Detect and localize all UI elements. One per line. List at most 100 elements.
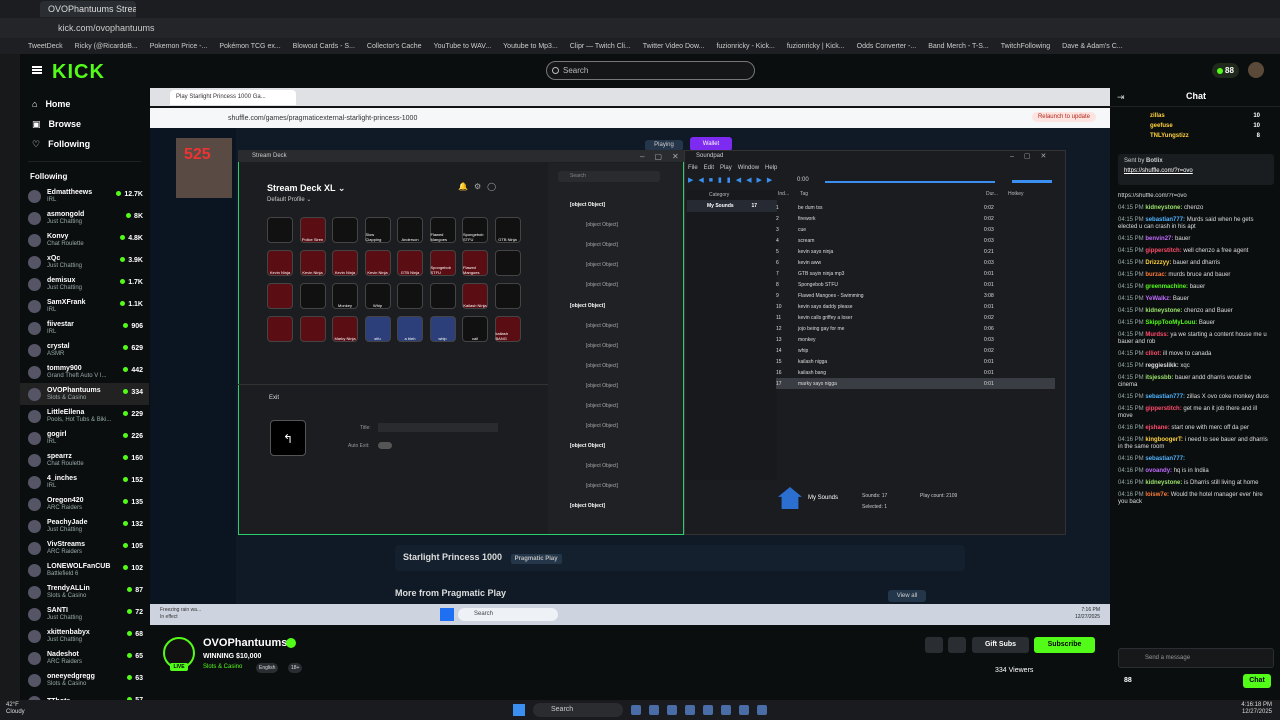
tag-language[interactable]: English (256, 663, 279, 673)
bookmark-item[interactable]: Twitter Video Dow... (643, 43, 705, 50)
sp-menu-item[interactable]: File (688, 165, 698, 171)
start-icon[interactable] (513, 704, 525, 716)
sd-key[interactable]: Flawed Mangoes (429, 217, 456, 243)
heart-icon[interactable] (948, 637, 966, 653)
following-item[interactable]: asmongold Just Chatting 8K (20, 207, 149, 229)
sp-col-index[interactable]: Ind... (778, 191, 800, 200)
sd-key[interactable] (332, 217, 358, 243)
sp-sound-row[interactable]: 17 marky says nigga 0:01 (776, 378, 1055, 389)
sd-key[interactable]: Anderson (397, 217, 423, 243)
subscribe-button[interactable]: Subscribe (1034, 637, 1095, 653)
sd-key[interactable]: whip (429, 316, 456, 342)
kick-search-input[interactable]: Search (546, 61, 755, 80)
taskbar-app-icon[interactable] (649, 705, 659, 715)
sp-seek-bar[interactable] (825, 181, 995, 183)
address-text[interactable]: kick.com/ovophantuums (58, 23, 155, 33)
chat-username[interactable]: burzac: (1145, 272, 1166, 278)
sd-key[interactable]: Monkey (332, 283, 358, 309)
following-item[interactable]: fiivestar IRL 906 (20, 317, 149, 339)
sp-sound-row[interactable]: 11 kevin calls griffey a loser 0:02 (776, 312, 1055, 323)
sd-key[interactable]: Kevin Ninja (267, 250, 293, 276)
bookmark-item[interactable]: Band Merch - T-S... (928, 43, 989, 50)
chat-send-button[interactable]: Chat (1243, 674, 1271, 688)
following-item[interactable]: LONEWOLFanCUB Battlefield 6 102 (20, 559, 149, 581)
game-title-bar[interactable]: Starlight Princess 1000 Pragmatic Play (395, 545, 965, 571)
chat-username[interactable]: greenmachine: (1145, 284, 1188, 290)
sd-action-item[interactable]: [object Object] (556, 215, 676, 235)
sd-action-item[interactable]: [object Object] (556, 235, 676, 255)
chat-username[interactable]: Murdss: (1145, 332, 1168, 338)
following-item[interactable]: spearrz Chat Roulette 160 (20, 449, 149, 471)
chat-username[interactable]: sebastian777: (1145, 394, 1185, 400)
sd-key[interactable] (429, 283, 456, 309)
sd-key[interactable] (299, 283, 326, 309)
sp-sound-row[interactable]: 4 scream 0:03 (776, 235, 1055, 246)
chat-username[interactable]: gipperstitch: (1145, 248, 1181, 254)
sd-key[interactable]: Kevin Ninja (332, 250, 358, 276)
tag-age[interactable]: 18+ (288, 663, 303, 673)
chat-username[interactable]: ovoandy: (1145, 468, 1172, 474)
sd-key[interactable]: Spongebob STFU (462, 217, 488, 243)
inner-tab[interactable]: Play Starlight Princess 1000 Ga... (170, 90, 296, 105)
gear-icon[interactable]: ⚙ (474, 182, 487, 191)
sp-transport-controls[interactable]: ▶◀■▮▮◀◀▶▶ (688, 176, 777, 184)
start-icon[interactable] (440, 608, 454, 621)
os-search[interactable]: Search (533, 703, 623, 717)
taskbar-app-icon[interactable] (757, 705, 767, 715)
sd-key[interactable]: Kailash Ninja (462, 283, 488, 309)
sp-sound-row[interactable]: 9 Flawed Mangoes - Swimming 3:08 (776, 290, 1055, 301)
sd-profile-selector[interactable]: Default Profile ⌄ (267, 196, 311, 203)
chat-username[interactable]: kidneystone: (1145, 480, 1182, 486)
browser-tab[interactable]: OVOPhantuums Strea... (40, 1, 136, 17)
sd-auto-exit-toggle[interactable] (378, 442, 392, 449)
sp-sound-row[interactable]: 6 kevin aww 0:03 (776, 257, 1055, 268)
sd-key[interactable]: stfu (364, 316, 391, 342)
sp-sound-row[interactable]: 12 jojo being gay for me 0:06 (776, 323, 1055, 334)
stream-category[interactable]: Slots & Casino (203, 664, 242, 670)
bookmark-item[interactable]: Ricky (@RicardoB... (75, 43, 138, 50)
sd-key[interactable]: Slow Clapping (364, 217, 391, 243)
sd-key[interactable] (299, 316, 326, 342)
bell-icon[interactable]: 🔔 (458, 182, 474, 191)
os-clock[interactable]: 4:16:18 PM 12/27/2025 (1241, 702, 1272, 716)
sd-key[interactable]: Kevin Ninja (299, 250, 326, 276)
sd-device-selector[interactable]: Stream Deck XL ⌄ (267, 183, 345, 194)
sd-key[interactable]: kailash BANG (494, 316, 521, 342)
sp-category-item[interactable]: My Sounds 17 (687, 200, 777, 212)
sd-key[interactable]: a bleh (397, 316, 423, 342)
chat-username[interactable]: loisw7e: (1145, 492, 1169, 498)
relaunch-button[interactable]: Relaunch to update (1031, 112, 1096, 122)
sp-menu-item[interactable]: Window (738, 165, 759, 171)
sd-key[interactable]: Kevin Ninja (364, 250, 391, 276)
leaderboard-row[interactable]: zillas 10 (1150, 113, 1260, 123)
weather-widget[interactable]: Freezing rain wa... In effect (160, 607, 201, 621)
pinned-message[interactable]: Sent by Botlix https://shuffle.com/?r=ov… (1118, 154, 1274, 185)
sd-key[interactable] (267, 316, 293, 342)
chat-username[interactable]: ejshane: (1145, 425, 1169, 431)
bookmark-item[interactable]: Pokémon TCG ex... (219, 43, 280, 50)
bookmark-item[interactable]: Odds Converter -... (857, 43, 917, 50)
chat-username[interactable]: Drizzzyy: (1145, 260, 1171, 266)
taskbar-app-icon[interactable] (739, 705, 749, 715)
following-item[interactable]: 4_inches IRL 152 (20, 471, 149, 493)
chat-input[interactable]: Send a message (1118, 648, 1274, 668)
sp-sound-row[interactable]: 10 kevin says daddy please 0:01 (776, 301, 1055, 312)
sd-action-item[interactable]: [object Object] (556, 376, 676, 396)
sd-action-item[interactable]: [object Object] (556, 416, 676, 436)
following-item[interactable]: crystal ASMR 629 (20, 339, 149, 361)
following-item[interactable]: TrendyALLin Slots & Casino 87 (20, 581, 149, 603)
sd-action-category[interactable]: [object Object] (556, 496, 676, 516)
chat-username[interactable]: YeWalkz: (1145, 296, 1171, 302)
following-item[interactable]: gogirl IRL 226 (20, 427, 149, 449)
sp-sound-row[interactable]: 1 be dum tss 0:02 (776, 202, 1055, 213)
wallet-button[interactable]: Wallet (690, 137, 732, 151)
address-bar[interactable]: kick.com/ovophantuums (0, 18, 1280, 38)
taskbar-app-icon[interactable] (703, 705, 713, 715)
sd-action-category[interactable]: [object Object] (556, 436, 676, 456)
sd-key[interactable] (494, 250, 521, 276)
pinned-link[interactable]: https://shuffle.com/?r=ovo (1124, 168, 1268, 174)
sp-sound-row[interactable]: 2 firework 0:02 (776, 213, 1055, 224)
sd-key[interactable]: Whip (364, 283, 391, 309)
sp-sound-row[interactable]: 16 kailash bang 0:01 (776, 367, 1055, 378)
following-item[interactable]: SamXFrank IRL 1.1K (20, 295, 149, 317)
